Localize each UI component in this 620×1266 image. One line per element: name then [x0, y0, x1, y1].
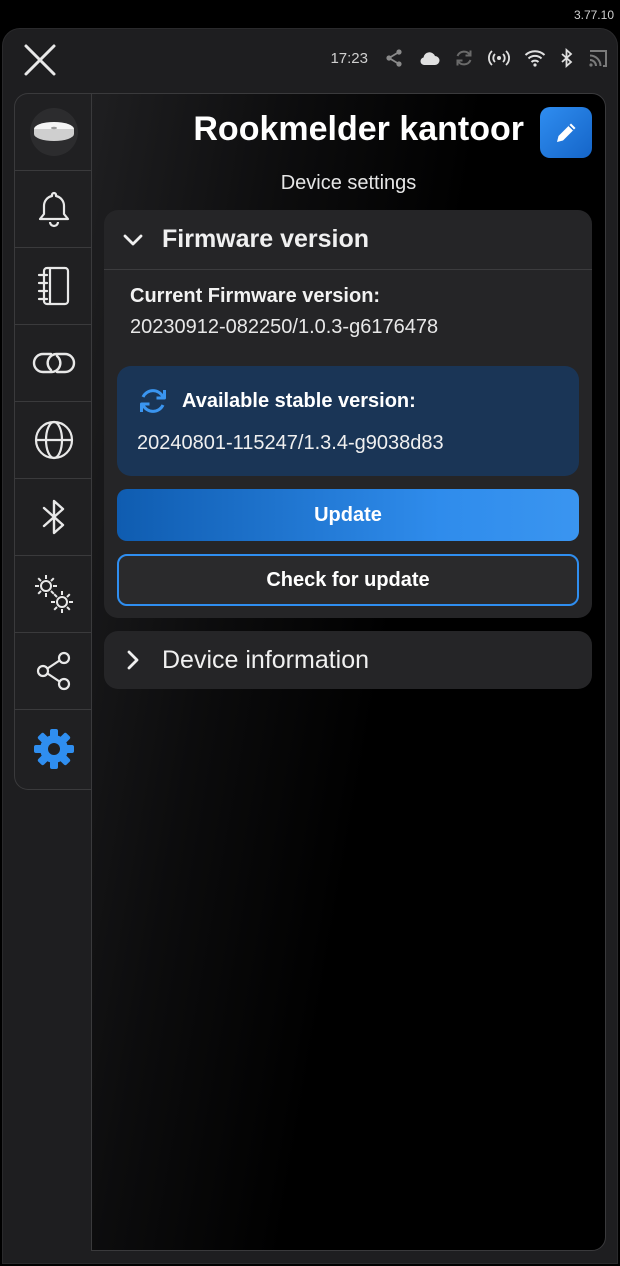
sidebar-item-logbook[interactable]	[15, 248, 92, 325]
update-button[interactable]: Update	[117, 489, 579, 541]
page-subtitle: Device settings	[280, 172, 417, 194]
status-bar: 17:23	[330, 48, 608, 68]
available-version-value: 20240801-115247/1.3.4-g9038d83	[137, 432, 444, 454]
cast-icon	[589, 50, 607, 67]
available-version-label: Available stable version:	[182, 390, 416, 412]
sync-icon	[456, 50, 472, 66]
notebook-icon	[37, 266, 69, 306]
main-panel: Rookmelder kantoor Device settings Firmw…	[91, 93, 606, 1251]
chevron-right-icon	[127, 650, 139, 670]
sidebar-item-device[interactable]	[15, 94, 92, 171]
sidebar-item-links[interactable]	[15, 325, 92, 402]
bluetooth-icon	[42, 499, 64, 535]
top-bar: 3.77.10	[0, 0, 620, 28]
app-version: 3.77.10	[573, 8, 614, 22]
gears-icon	[34, 575, 73, 613]
smoke-detector-icon	[29, 108, 78, 156]
globe-icon	[34, 420, 73, 460]
close-icon	[24, 44, 56, 76]
sidebar	[14, 93, 92, 790]
check-for-update-button[interactable]: Check for update	[117, 554, 579, 606]
share-icon	[386, 49, 402, 67]
wifi-icon	[524, 50, 546, 67]
available-version-box: Available stable version: 20240801-11524…	[117, 366, 579, 476]
edit-button[interactable]	[540, 107, 592, 158]
sidebar-item-advanced[interactable]	[15, 556, 92, 633]
settings-gear-icon	[33, 728, 74, 769]
refresh-icon	[140, 389, 166, 413]
page-title: Rookmelder kantoor	[193, 110, 524, 148]
firmware-section-title: Firmware version	[162, 225, 370, 253]
device-information-header[interactable]: Device information	[104, 631, 592, 689]
close-button[interactable]	[22, 42, 58, 78]
bell-icon	[38, 191, 69, 228]
broadcast-icon	[488, 50, 510, 66]
current-firmware-value: 20230912-082250/1.0.3-g6176478	[130, 316, 439, 338]
device-information-title: Device information	[162, 645, 370, 674]
cloud-icon	[420, 52, 440, 65]
sidebar-item-share[interactable]	[15, 633, 92, 710]
device-information-section: Device information	[104, 631, 592, 689]
firmware-section: Firmware version Current Firmware versio…	[104, 210, 592, 618]
sidebar-item-settings[interactable]	[15, 710, 92, 787]
clock: 17:23	[330, 49, 368, 67]
bluetooth-icon	[561, 48, 573, 68]
share-icon	[36, 651, 70, 691]
link-icon	[32, 352, 75, 374]
sidebar-item-bluetooth[interactable]	[15, 479, 92, 556]
pencil-icon	[557, 123, 576, 142]
current-firmware-label: Current Firmware version:	[130, 285, 381, 307]
firmware-section-header[interactable]: Firmware version	[104, 210, 592, 270]
sidebar-item-network[interactable]	[15, 402, 92, 479]
sidebar-item-alarms[interactable]	[15, 171, 92, 248]
chevron-down-icon	[123, 234, 143, 245]
